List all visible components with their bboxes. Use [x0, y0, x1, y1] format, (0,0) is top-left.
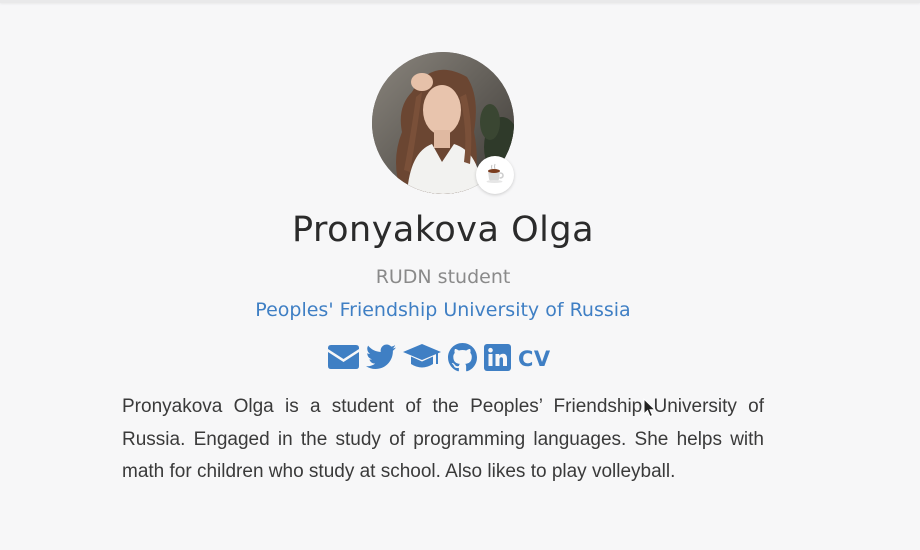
email-link[interactable]: [328, 343, 359, 375]
profile-section: Pronyakova Olga RUDN student Peoples' Fr…: [0, 0, 920, 550]
linkedin-link[interactable]: [484, 343, 511, 375]
graduation-cap-icon: [403, 344, 441, 374]
linkedin-icon: [484, 343, 511, 375]
twitter-link[interactable]: [366, 343, 396, 375]
social-links: CV: [328, 342, 551, 376]
status-badge: [476, 156, 514, 194]
github-link[interactable]: [448, 342, 477, 376]
profile-name: Pronyakova Olga: [291, 210, 595, 250]
twitter-icon: [366, 344, 396, 374]
cv-link[interactable]: CV: [518, 343, 551, 375]
profile-bio: Pronyakova Olga is a student of the Peop…: [122, 396, 764, 482]
scholar-link[interactable]: [403, 343, 441, 375]
coffee-icon: [484, 162, 506, 188]
cv-label: CV: [518, 347, 551, 371]
github-icon: [448, 342, 477, 376]
profile-role: RUDN student: [375, 266, 511, 288]
mouse-cursor-icon: [643, 397, 657, 418]
organization-link[interactable]: Peoples' Friendship University of Russia: [0, 299, 886, 321]
envelope-icon: [328, 345, 359, 373]
avatar-container: [372, 52, 514, 194]
